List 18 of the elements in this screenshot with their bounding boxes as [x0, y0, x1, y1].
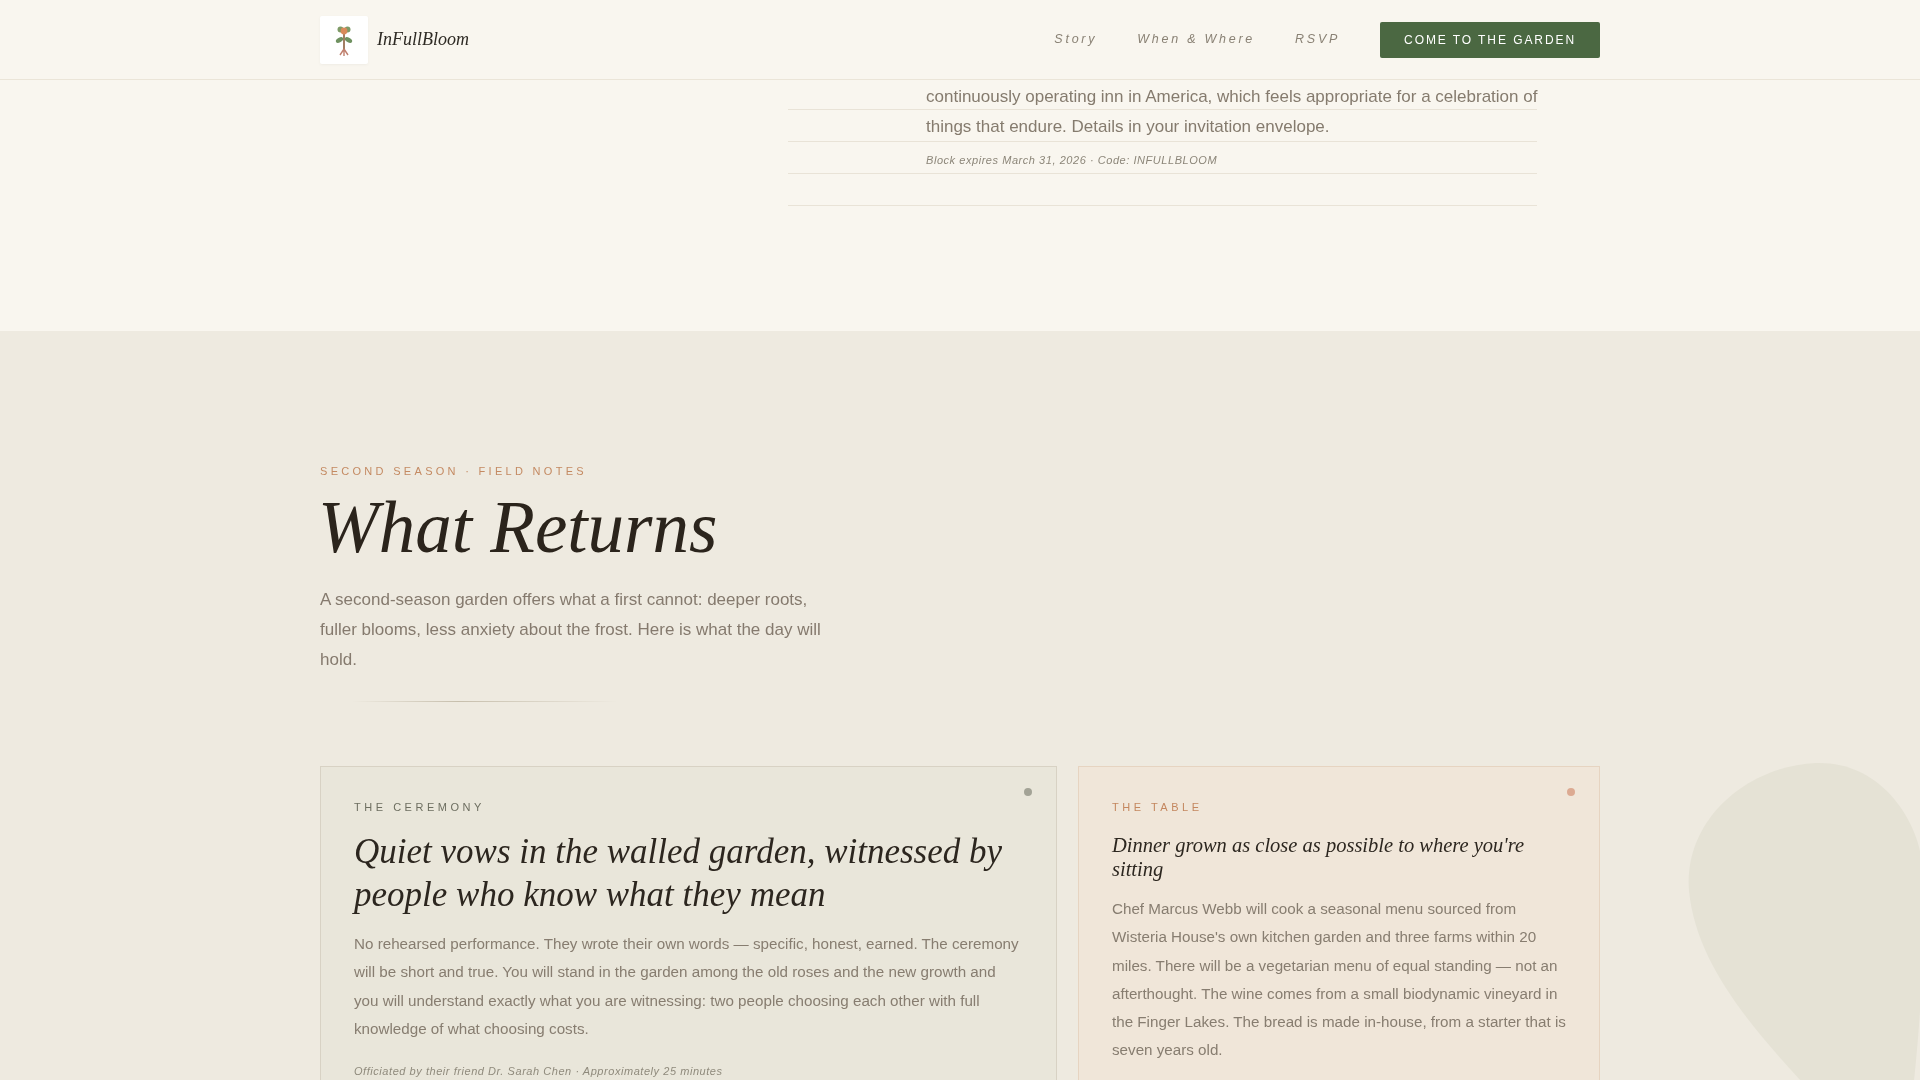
brand-name[interactable]: InFullBloom [377, 26, 469, 53]
section-title: What Returns [318, 488, 719, 567]
nav-link[interactable]: RSVP [1295, 30, 1341, 49]
section-intro: A second-season garden offers what a first cannot: deeper roots, fuller blooms, less anxiety about the frost. Here is what the day will hold. [320, 589, 822, 671]
section-eyebrow: SECOND SEASON · FIELD NOTES [320, 464, 588, 479]
card-note: Officiated by their friend Dr. Sarah Chen · Approximately 25 minutes [354, 1064, 724, 1080]
card-text: No rehearsed performance. They wrote their own words — specific, honest, earned. The ceremony will be short and true. You will stand in the garden among the old roses and the new growth and you will understand exactly what you are witnessing: two people choosing each other with full knowledge of what choosing costs. [354, 934, 1020, 1039]
flower-logo-icon[interactable] [320, 15, 368, 64]
garden-button[interactable]: COME TO THE GARDEN [1380, 21, 1600, 58]
card-text: Chef Marcus Webb will cook a seasonal menu sourced from Wisteria House's own kitchen garden and three farms within 20 miles. There will be a vegetarian menu of equal standing — not an afterthought. The wine comes from a small biodynamic vineyard in the Finger Lakes. The bread is made in-house, from a starter that is seven years old. [1112, 899, 1567, 1061]
card-title: Quiet vows in the walled garden, witnessed by people who know what they mean [354, 831, 1004, 916]
card-title: Dinner grown as close as possible to where you're sitting [1112, 833, 1526, 881]
nav-link[interactable]: Story [1054, 30, 1098, 49]
card-eyebrow: THE CEREMONY [354, 800, 486, 815]
booking-note: Block expires March 31, 2026 · Code: INFULLBLOOM [926, 153, 1219, 168]
body-text: continuously operating inn in America, which feels appropriate for a celebration of things that endure. Details in your invitation envelope. [926, 86, 1539, 138]
card-eyebrow: THE TABLE [1112, 800, 1204, 815]
nav-link[interactable]: When & Where [1137, 30, 1256, 49]
